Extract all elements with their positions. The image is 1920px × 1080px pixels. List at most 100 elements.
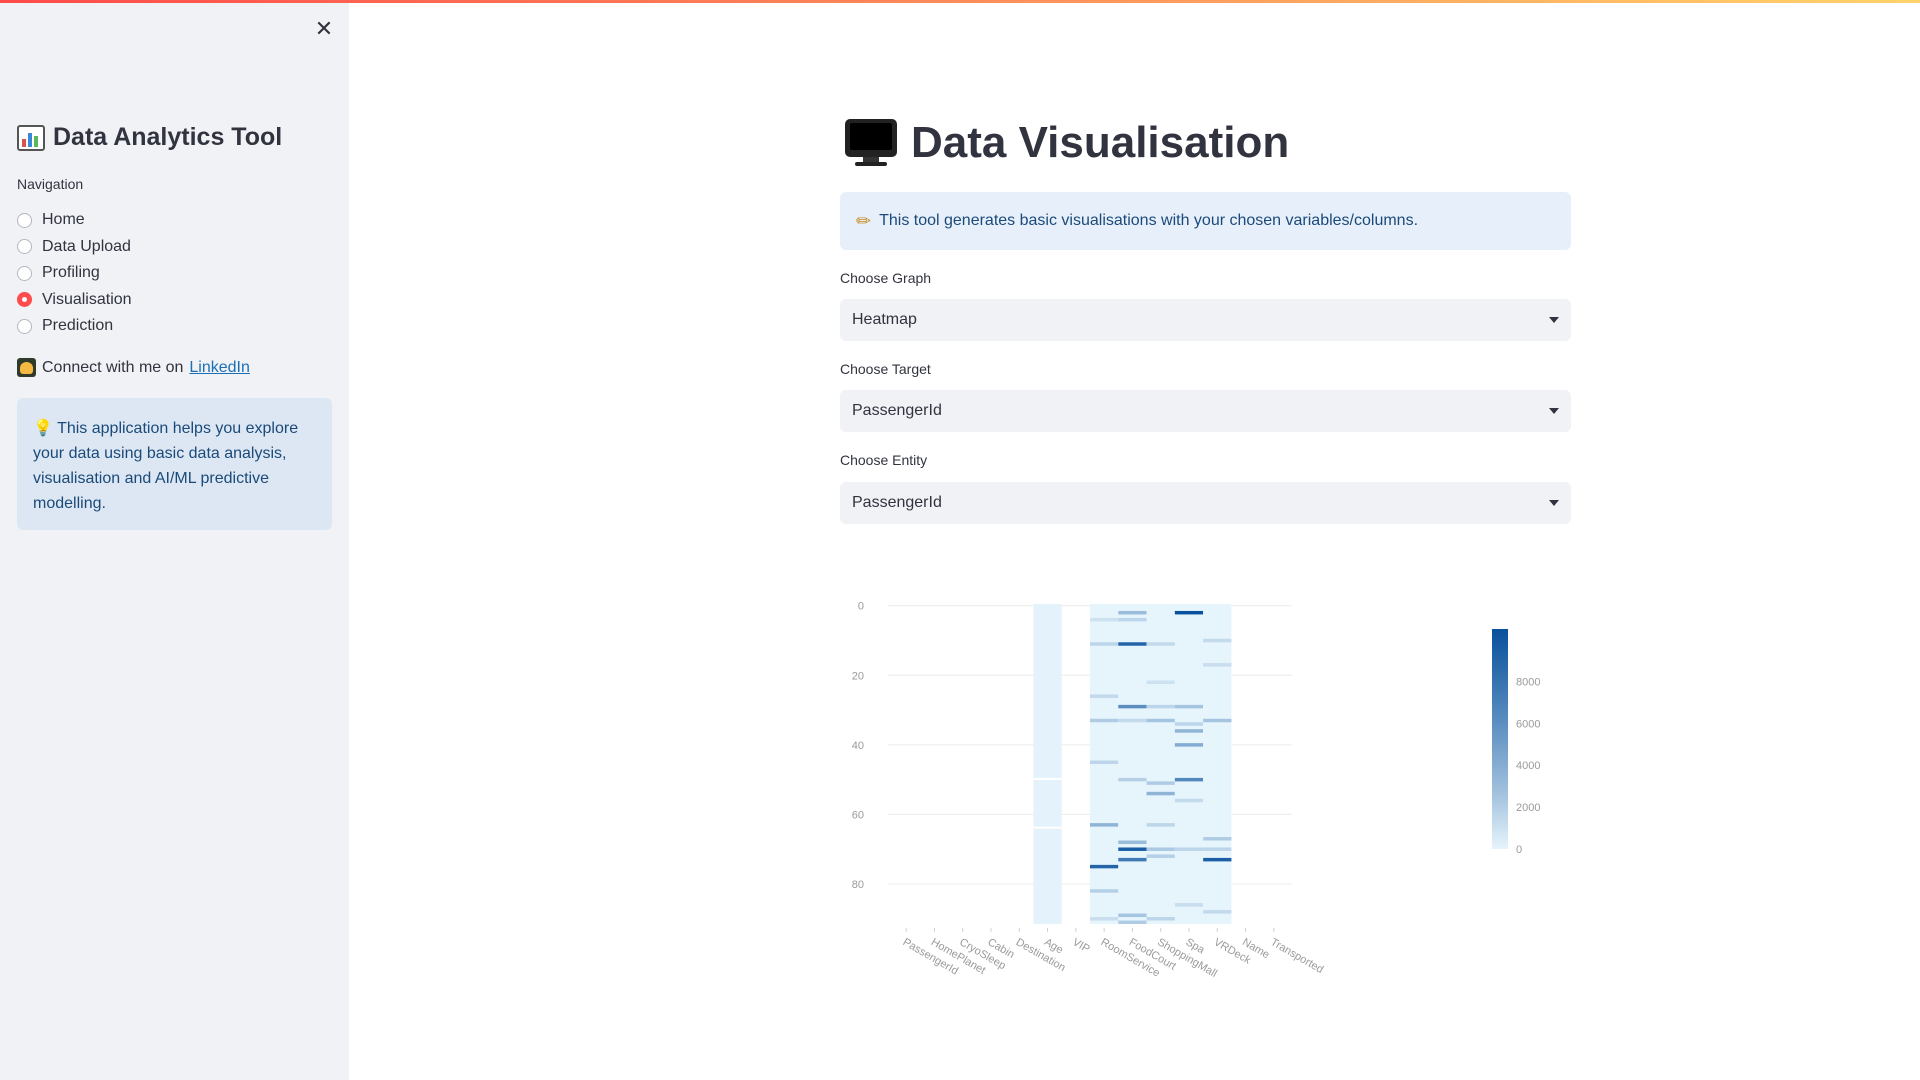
choose-target-value: PassengerId <box>852 402 942 419</box>
heatmap-cell <box>1090 694 1119 698</box>
heatmap-cell <box>1203 857 1232 862</box>
connect-line: Connect with me on LinkedIn <box>17 358 250 377</box>
heatmap-cell <box>1118 617 1147 622</box>
nav-item-home[interactable]: Home <box>17 207 132 234</box>
nav-item-label: Visualisation <box>42 290 132 308</box>
x-tick-label: Transported <box>1268 936 1325 976</box>
radio-icon[interactable] <box>17 212 32 228</box>
colorbar-tick-label: 6000 <box>1516 718 1540 730</box>
navigation-label: Navigation <box>17 176 84 192</box>
heatmap-cell <box>1118 704 1147 709</box>
heatmap-cell-column <box>1174 604 1204 924</box>
heatmap-cell <box>1090 889 1119 893</box>
chevron-down-icon <box>1549 500 1559 506</box>
radio-icon[interactable] <box>17 265 32 281</box>
heatmap-cell <box>1174 722 1204 726</box>
heatmap-cell <box>1090 864 1119 869</box>
heatmap-cell <box>1118 847 1147 851</box>
heatmap-cell <box>1090 718 1119 723</box>
choose-entity-value: PassengerId <box>852 494 942 511</box>
pencil-icon: ✏ <box>856 210 872 231</box>
colorbar-tick-label: 0 <box>1516 844 1522 856</box>
heatmap-gap <box>1033 777 1062 780</box>
app-info-box: 💡 This application helps you explore you… <box>17 398 332 530</box>
chevron-down-icon <box>1549 317 1559 323</box>
radio-selected-icon[interactable] <box>17 292 32 308</box>
heatmap-cell <box>1146 680 1175 684</box>
choose-entity-label: Choose Entity <box>840 452 928 468</box>
heatmap-cell <box>1118 642 1147 646</box>
radio-icon[interactable] <box>17 239 32 255</box>
heatmap-cell <box>1146 718 1175 723</box>
lightbulb-icon: 💡 <box>33 420 53 437</box>
nav-item-prediction[interactable]: Prediction <box>17 313 132 340</box>
tip-text: This tool generates basic visualisations… <box>879 212 1419 229</box>
radio-icon[interactable] <box>17 318 32 334</box>
nav-item-label: Data Upload <box>42 237 131 255</box>
y-tick-label: 40 <box>852 740 864 752</box>
app-title-text: Data Analytics Tool <box>53 123 283 151</box>
heatmap-cell <box>1146 791 1175 796</box>
choose-graph-label: Choose Graph <box>840 270 932 286</box>
heatmap-cell <box>1090 617 1119 622</box>
choose-target-label: Choose Target <box>840 361 931 377</box>
heatmap-cell <box>1146 781 1175 785</box>
heatmap-cell-column <box>1033 604 1062 924</box>
heatmap-cell <box>1174 903 1204 907</box>
heatmap-cell <box>1174 847 1204 851</box>
heatmap-cell <box>1174 798 1204 803</box>
app-title: Data Analytics Tool <box>17 123 282 152</box>
heatmap-cell <box>1146 704 1175 709</box>
nav-item-label: Home <box>42 211 85 229</box>
heatmap-cell <box>1090 917 1119 921</box>
heatmap-cell <box>1146 917 1175 921</box>
page-title-text: Data Visualisation <box>911 118 1290 167</box>
heatmap-chart: 0 20 40 60 80 PassengerId HomePlanet CryoSleep C… <box>820 575 1580 1000</box>
colorbar-tick-label: 8000 <box>1516 676 1540 688</box>
nav-item-data-upload[interactable]: Data Upload <box>17 234 132 261</box>
heatmap-cell <box>1146 847 1175 851</box>
heatmap-cell-column <box>1146 604 1175 924</box>
heatmap-cell <box>1174 777 1204 782</box>
y-tick-label: 0 <box>858 601 864 613</box>
nav-item-profiling[interactable]: Profiling <box>17 260 132 287</box>
colorbar <box>1492 629 1508 849</box>
heatmap-cell <box>1174 704 1204 709</box>
page-title: Data Visualisation <box>845 118 1289 168</box>
heatmap-gap <box>1033 826 1062 829</box>
heatmap-cell <box>1146 642 1175 646</box>
tip-box: ✏ This tool generates basic visualisatio… <box>840 192 1571 250</box>
choose-graph-select[interactable]: Heatmap <box>840 299 1571 341</box>
heatmap-cell <box>1174 743 1204 747</box>
y-tick-label: 20 <box>852 670 864 682</box>
y-tick-label: 80 <box>852 879 864 891</box>
heatmap-svg: 020406080PassengerIdHomePlanetCryoSleepC… <box>852 601 1541 980</box>
nav-item-label: Profiling <box>42 264 100 282</box>
heatmap-cell <box>1203 663 1232 667</box>
heatmap-cell <box>1203 718 1232 723</box>
heatmap-cell <box>1118 718 1147 723</box>
heatmap-cell <box>1146 854 1175 858</box>
linkedin-link[interactable]: LinkedIn <box>189 359 250 377</box>
choose-graph-value: Heatmap <box>852 311 917 328</box>
heatmap-cell <box>1118 920 1147 924</box>
heatmap-cell <box>1174 729 1204 733</box>
colorbar-tick-label: 2000 <box>1516 802 1540 814</box>
colorbar-tick-label: 4000 <box>1516 760 1540 772</box>
choose-entity-select[interactable]: PassengerId <box>840 482 1571 524</box>
heatmap-cell <box>1146 823 1175 827</box>
heatmap-cell-column <box>1118 604 1147 924</box>
close-icon[interactable]: ✕ <box>314 18 334 40</box>
choose-target-select[interactable]: PassengerId <box>840 390 1571 432</box>
heatmap-cell <box>1203 638 1232 643</box>
y-tick-label: 60 <box>852 809 864 821</box>
sidebar: ✕ Data Analytics Tool Navigation Home Da… <box>0 3 349 1080</box>
chevron-down-icon <box>1549 408 1559 414</box>
monitor-icon <box>845 119 897 167</box>
heatmap-cell <box>1118 913 1147 918</box>
heatmap-cell <box>1118 777 1147 782</box>
x-tick-label: VIP <box>1070 936 1091 955</box>
nav-item-visualisation[interactable]: Visualisation <box>17 287 132 314</box>
heatmap-cell <box>1090 823 1119 827</box>
connect-text: Connect with me on <box>42 358 184 376</box>
